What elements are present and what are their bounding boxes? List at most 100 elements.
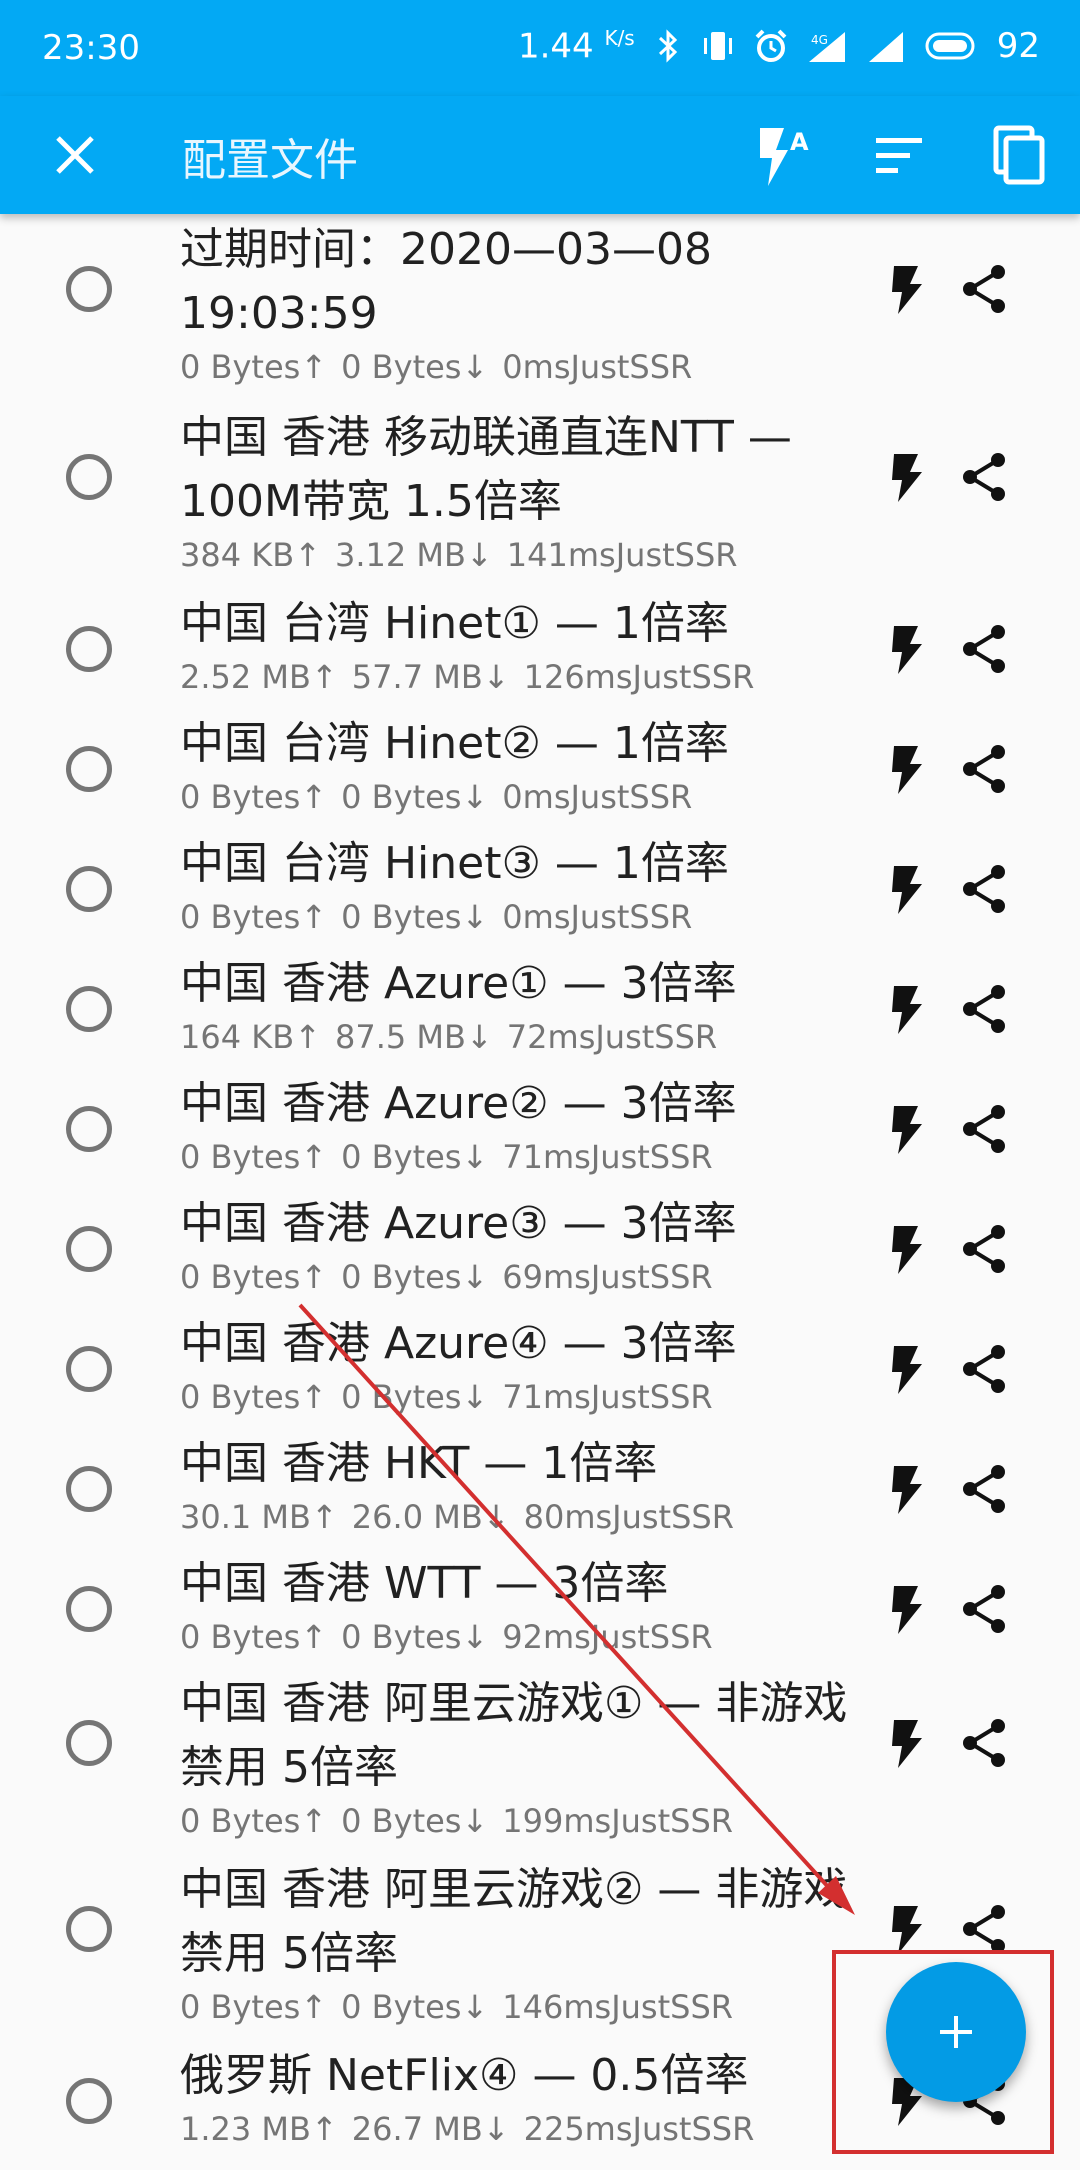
profile-stats: 0 Bytes↑ 0 Bytes↓ 71msJustSSR xyxy=(180,1378,713,1416)
share-icon[interactable] xyxy=(958,862,1012,916)
profile-name: 中国 香港 移动联通直连NTT — 100M带宽 1.5倍率 xyxy=(180,412,792,527)
profile-radio[interactable] xyxy=(66,746,112,792)
profile-stats: 0 Bytes↑ 0 Bytes↓ 0msJustSSR xyxy=(180,898,692,936)
test-latency-icon[interactable] xyxy=(880,1716,934,1770)
profile-up: 0 Bytes↑ xyxy=(180,778,328,816)
profile-row[interactable]: 过期时间：2020—03—08 19:03:59 0 Bytes↑ 0 Bytes↓… xyxy=(0,214,1080,402)
profile-radio[interactable] xyxy=(66,986,112,1032)
profile-latency: 141ms xyxy=(506,536,616,574)
profile-up: 0 Bytes↑ xyxy=(180,1138,328,1176)
profile-radio[interactable] xyxy=(66,626,112,672)
profile-radio[interactable] xyxy=(66,866,112,912)
profile-name: 中国 香港 Azure③ — 3倍率 xyxy=(180,1198,737,1249)
share-icon[interactable] xyxy=(958,450,1012,504)
profile-radio[interactable] xyxy=(66,1346,112,1392)
share-icon[interactable] xyxy=(958,262,1012,316)
profile-provider: JustSSR xyxy=(615,536,738,574)
profile-name: 过期时间：2020—03—08 19:03:59 xyxy=(180,224,712,339)
profile-provider: JustSSR xyxy=(632,2110,755,2148)
alarm-icon xyxy=(755,29,787,63)
profile-stats: 2.52 MB↑ 57.7 MB↓ 126msJustSSR xyxy=(180,658,754,696)
profile-row[interactable]: 中国 香港 HKT — 1倍率 30.1 MB↑ 26.0 MB↓ 80msJustS… xyxy=(0,1428,1080,1548)
bluetooth-icon xyxy=(658,29,677,63)
test-latency-icon[interactable] xyxy=(880,450,934,504)
profile-up: 0 Bytes↑ xyxy=(180,1258,328,1296)
profile-radio[interactable] xyxy=(66,2078,112,2124)
profile-radio[interactable] xyxy=(66,1226,112,1272)
test-latency-icon[interactable] xyxy=(880,622,934,676)
test-latency-icon[interactable] xyxy=(880,862,934,916)
profile-radio[interactable] xyxy=(66,1720,112,1766)
profile-name: 中国 香港 WTT — 3倍率 xyxy=(180,1558,669,1609)
test-latency-icon[interactable] xyxy=(880,1342,934,1396)
share-icon[interactable] xyxy=(958,622,1012,676)
vibrate-icon xyxy=(703,32,732,61)
profile-radio[interactable] xyxy=(66,266,112,312)
profile-row[interactable]: 中国 香港 阿里云游戏① — 非游戏禁用 5倍率 0 Bytes↑ 0 Bytes↓… xyxy=(0,1668,1080,1854)
share-icon[interactable] xyxy=(958,1102,1012,1156)
sort-icon[interactable] xyxy=(862,118,936,192)
profile-name: 中国 台湾 Hinet③ — 1倍率 xyxy=(180,838,729,889)
profile-down: 0 Bytes↓ xyxy=(341,1618,489,1656)
profile-radio[interactable] xyxy=(66,1106,112,1152)
test-latency-icon[interactable] xyxy=(880,1582,934,1636)
profile-provider: JustSSR xyxy=(590,1378,713,1416)
profile-name: 中国 香港 Azure④ — 3倍率 xyxy=(180,1318,737,1369)
profile-up: 30.1 MB↑ xyxy=(180,1498,338,1536)
app-bar: 配置文件 A xyxy=(0,96,1080,214)
share-icon[interactable] xyxy=(958,1582,1012,1636)
copy-icon[interactable] xyxy=(982,118,1056,192)
profile-up: 1.23 MB↑ xyxy=(180,2110,338,2148)
profile-latency: 72ms xyxy=(506,1018,596,1056)
profile-name: 中国 香港 Azure① — 3倍率 xyxy=(180,958,737,1009)
share-icon[interactable] xyxy=(958,982,1012,1036)
share-icon[interactable] xyxy=(958,1342,1012,1396)
profile-stats: 384 KB↑ 3.12 MB↓ 141msJustSSR xyxy=(180,536,738,574)
profile-name: 中国 台湾 Hinet② — 1倍率 xyxy=(180,718,729,769)
profile-row[interactable]: 中国 台湾 Hinet② — 1倍率 0 Bytes↑ 0 Bytes↓ 0msJus… xyxy=(0,708,1080,828)
profile-down: 26.0 MB↓ xyxy=(351,1498,510,1536)
close-icon[interactable] xyxy=(44,124,106,186)
profile-latency: 0ms xyxy=(502,778,571,816)
share-icon[interactable] xyxy=(958,1222,1012,1276)
share-icon[interactable] xyxy=(958,1902,1012,1956)
test-latency-icon[interactable] xyxy=(880,262,934,316)
profile-radio[interactable] xyxy=(66,1906,112,1952)
profile-up: 0 Bytes↑ xyxy=(180,348,328,386)
profile-latency: 126ms xyxy=(523,658,633,696)
profile-provider: JustSSR xyxy=(570,898,693,936)
test-latency-icon[interactable] xyxy=(880,1462,934,1516)
profile-row[interactable]: 中国 香港 移动联通直连NTT — 100M带宽 1.5倍率 384 KB↑ 3.1… xyxy=(0,402,1080,588)
test-latency-icon[interactable] xyxy=(880,1902,934,1956)
annotation-highlight-box xyxy=(832,1950,1054,2154)
profile-row[interactable]: 中国 香港 Azure① — 3倍率 164 KB↑ 87.5 MB↓ 72msJus… xyxy=(0,948,1080,1068)
profile-radio[interactable] xyxy=(66,454,112,500)
profile-name: 中国 台湾 Hinet① — 1倍率 xyxy=(180,598,729,649)
profile-row[interactable]: 中国 台湾 Hinet① — 1倍率 2.52 MB↑ 57.7 MB↓ 126msJ… xyxy=(0,588,1080,708)
test-latency-icon[interactable] xyxy=(880,982,934,1036)
test-latency-icon[interactable] xyxy=(880,742,934,796)
profile-radio[interactable] xyxy=(66,1466,112,1512)
profile-down: 0 Bytes↓ xyxy=(341,348,489,386)
profile-down: 57.7 MB↓ xyxy=(351,658,510,696)
test-latency-icon[interactable] xyxy=(880,1222,934,1276)
share-icon[interactable] xyxy=(958,742,1012,796)
page-title: 配置文件 xyxy=(182,135,358,186)
profile-row[interactable]: 中国 香港 Azure② — 3倍率 0 Bytes↑ 0 Bytes↓ 71msJu… xyxy=(0,1068,1080,1188)
share-icon[interactable] xyxy=(958,1462,1012,1516)
profile-latency: 80ms xyxy=(523,1498,613,1536)
profile-stats: 164 KB↑ 87.5 MB↓ 72msJustSSR xyxy=(180,1018,717,1056)
profile-radio[interactable] xyxy=(66,1586,112,1632)
profile-row[interactable]: 中国 香港 Azure④ — 3倍率 0 Bytes↑ 0 Bytes↓ 71msJu… xyxy=(0,1308,1080,1428)
profile-row[interactable]: 中国 香港 WTT — 3倍率 0 Bytes↑ 0 Bytes↓ 92msJustS… xyxy=(0,1548,1080,1668)
profile-down: 87.5 MB↓ xyxy=(335,1018,493,1056)
share-icon[interactable] xyxy=(958,1716,1012,1770)
flash-auto-icon[interactable]: A xyxy=(742,118,816,192)
profile-up: 0 Bytes↑ xyxy=(180,1802,328,1840)
profile-row[interactable]: 中国 香港 Azure③ — 3倍率 0 Bytes↑ 0 Bytes↓ 69msJu… xyxy=(0,1188,1080,1308)
test-latency-icon[interactable] xyxy=(880,1102,934,1156)
profile-down: 0 Bytes↓ xyxy=(341,1802,489,1840)
profile-row[interactable]: 中国 台湾 Hinet③ — 1倍率 0 Bytes↑ 0 Bytes↓ 0msJus… xyxy=(0,828,1080,948)
profile-up: 384 KB↑ xyxy=(180,536,321,574)
status-icons: 1.44 K/s 4G 92 xyxy=(518,26,1040,66)
